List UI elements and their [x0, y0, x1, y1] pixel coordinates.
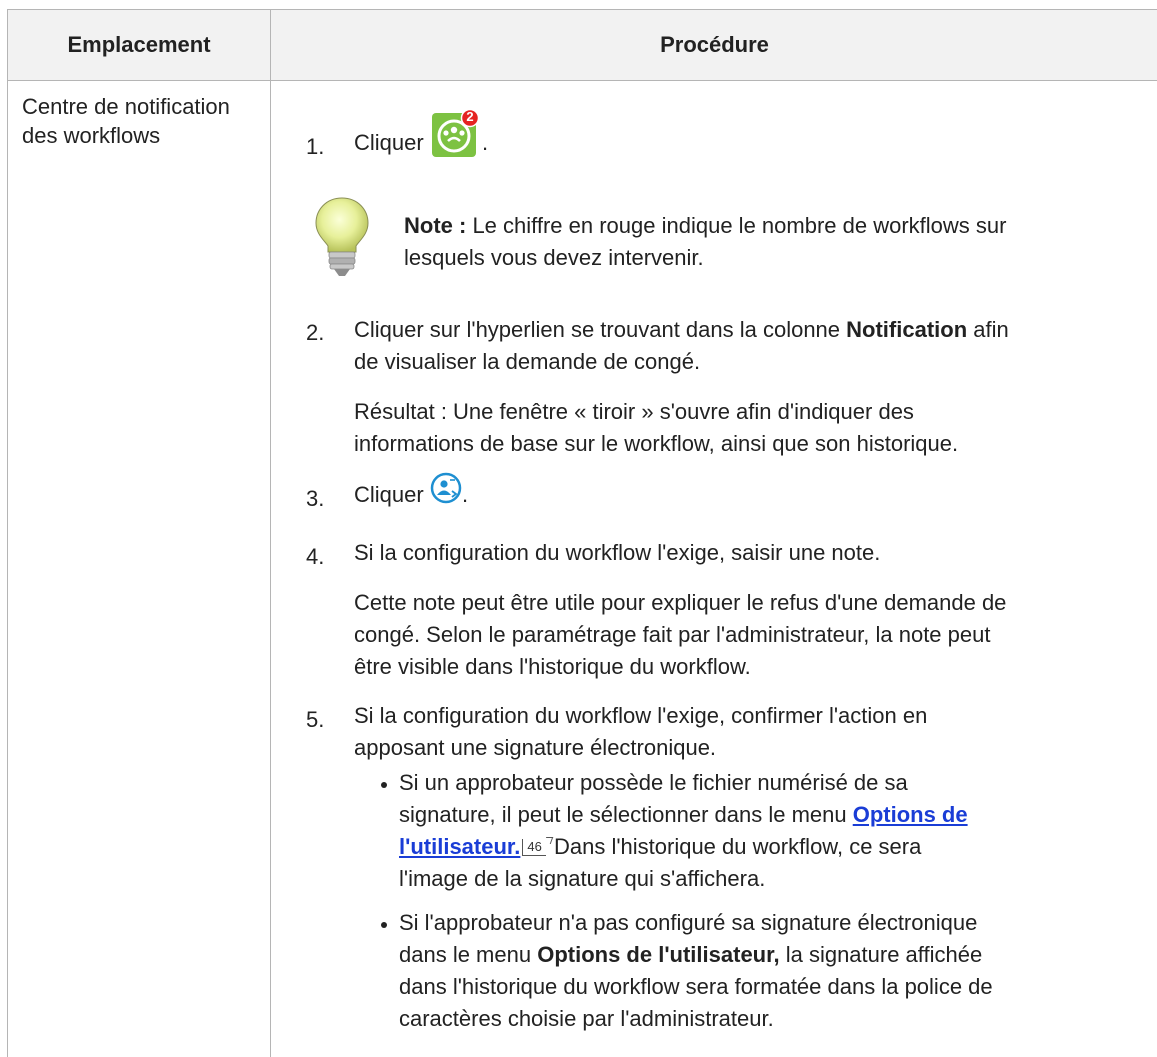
location-line-1: Centre de notification	[22, 94, 230, 119]
bullet-2-line-2: dans le menu Options de l'utilisateur, l…	[399, 939, 982, 971]
bullet-2-line-4: caractères choisie par l'administrateur.	[399, 1006, 774, 1031]
header-location: Emplacement	[67, 32, 211, 57]
note-label: Note :	[404, 213, 467, 238]
step-2-result-2: informations de base sur le workflow, ai…	[354, 431, 959, 456]
user-action-icon[interactable]	[430, 472, 462, 504]
lightbulb-icon	[312, 196, 372, 278]
user-options-link-continued[interactable]: l'utilisateur.	[399, 834, 520, 859]
step-2-number: 2.	[306, 320, 325, 345]
step-4-text: Si la configuration du workflow l'exige,…	[354, 540, 881, 565]
bullet-1-marker	[381, 782, 387, 788]
bullet-2-text-2a: dans le menu	[399, 942, 538, 967]
header-procedure: Procédure	[660, 32, 769, 57]
user-options-link[interactable]: Options de	[853, 802, 968, 827]
bullet-1-text-2a: signature, il peut le sélectionner dans …	[399, 802, 853, 827]
bullet-2-text-2c: la signature affichée	[779, 942, 983, 967]
step-1-number: 1.	[306, 134, 325, 159]
note-line-2: lesquels vous devez intervenir.	[404, 245, 704, 270]
bullet-2-line-1: Si l'approbateur n'a pas configuré sa si…	[399, 910, 978, 935]
step-4-number: 4.	[306, 544, 325, 569]
note-text-1: Le chiffre en rouge indique le nombre de…	[466, 213, 1007, 238]
column-divider	[270, 10, 271, 1057]
bullet-1-line-3: l'utilisateur. 46 Dans l'historique du wo…	[399, 831, 921, 863]
bullet-1-line-4: l'image de la signature qui s'affichera.	[399, 866, 766, 891]
step-3-text: Cliquer	[354, 482, 424, 507]
bullet-2-line-3: dans l'historique du workflow sera forma…	[399, 974, 993, 999]
note-line-1: Note : Le chiffre en rouge indique le no…	[404, 210, 1006, 242]
bullet-1-line-2: signature, il peut le sélectionner dans …	[399, 799, 968, 831]
step-5-line-1: Si la configuration du workflow l'exige,…	[354, 703, 928, 728]
step-1-period: .	[482, 130, 489, 155]
step-2-result-1: Résultat : Une fenêtre « tiroir » s'ouvr…	[354, 399, 914, 424]
location-line-2: des workflows	[22, 123, 161, 148]
step-4-paragraph-3: être visible dans l'historique du workfl…	[354, 654, 751, 679]
bullet-2-marker	[381, 922, 387, 928]
step-3-period: .	[462, 482, 469, 507]
step-2-line-2: de visualiser la demande de congé.	[354, 349, 701, 374]
page-reference[interactable]: 46	[522, 839, 546, 856]
table-header: Emplacement Procédure	[8, 10, 1157, 81]
step-1-text: Cliquer	[354, 130, 424, 155]
step-2-line-1: Cliquer sur l'hyperlien se trouvant dans…	[354, 314, 1009, 346]
step-4-paragraph-1: Cette note peut être utile pour explique…	[354, 590, 1007, 615]
notification-badge-count: 2	[466, 109, 474, 124]
bullet-1-line-1: Si un approbateur possède le fichier num…	[399, 770, 908, 795]
bullet-1-text-3b: Dans l'historique du workflow, ce sera	[547, 834, 922, 859]
step-5-number: 5.	[306, 707, 325, 732]
step-2-text-c: afin	[967, 317, 1009, 342]
step-2-text-a: Cliquer sur l'hyperlien se trouvant dans…	[354, 317, 847, 342]
procedure-table: Emplacement Procédure Centre de notifica…	[7, 9, 1157, 1057]
user-options-label: Options de l'utilisateur,	[537, 942, 780, 967]
step-5-line-2: apposant une signature électronique.	[354, 735, 717, 760]
step-3-number: 3.	[306, 486, 325, 511]
location-cell: Centre de notification des workflows	[22, 92, 262, 150]
workflow-notification-icon[interactable]: 2	[432, 108, 480, 157]
step-4-paragraph-2: congé. Selon le paramétrage fait par l'a…	[354, 622, 991, 647]
notification-column-label: Notification	[846, 317, 968, 342]
